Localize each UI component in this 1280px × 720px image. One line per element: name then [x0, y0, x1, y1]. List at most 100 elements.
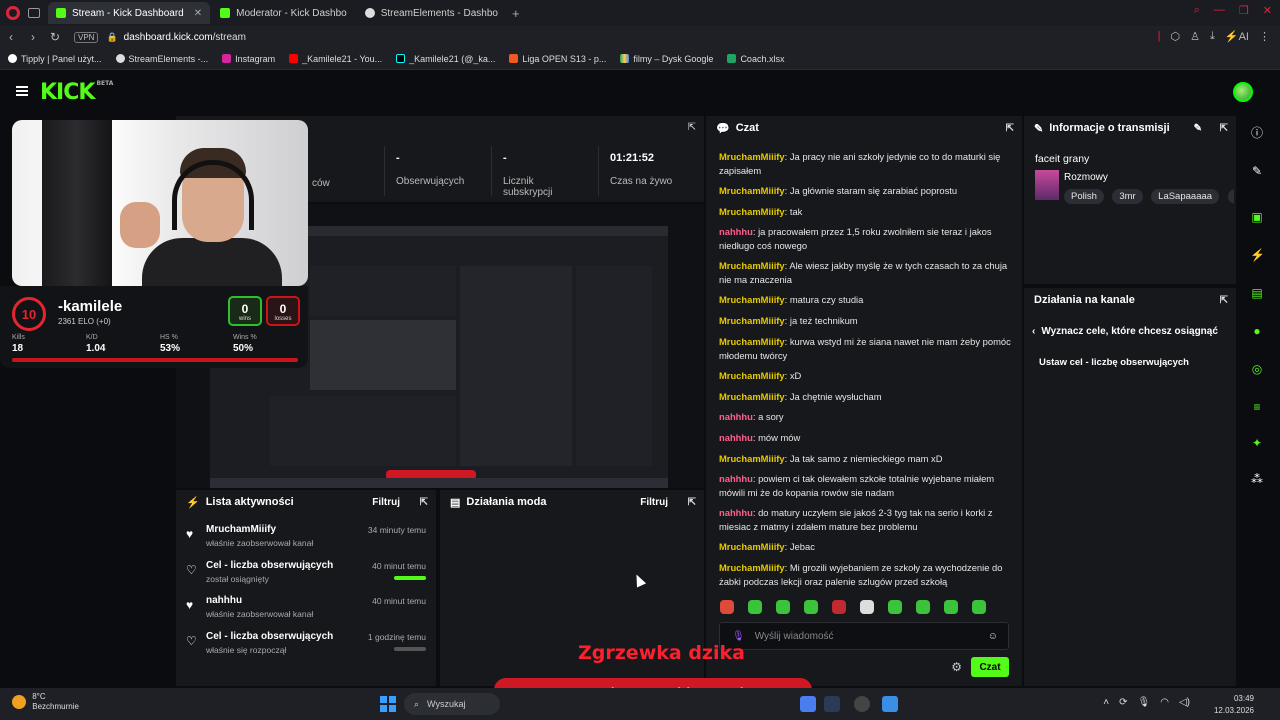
- forward-icon[interactable]: ›: [22, 30, 44, 44]
- popout-icon[interactable]: ⇱: [688, 497, 696, 508]
- chat-username[interactable]: MruchamMiiify: [719, 260, 785, 271]
- obs-icon[interactable]: [854, 696, 870, 712]
- chat-username[interactable]: MruchamMiiify: [719, 541, 785, 552]
- chat-username[interactable]: MruchamMiiify: [719, 391, 785, 402]
- send-chat-button[interactable]: Czat: [971, 657, 1009, 677]
- bookmark-tipply[interactable]: Tipply | Panel użyt...: [8, 54, 102, 64]
- bookmark-tiktok[interactable]: _Kamilele21 (@_ka...: [396, 54, 495, 64]
- popout-icon[interactable]: ⇱: [1006, 123, 1014, 134]
- info-icon[interactable]: ⓘ: [1250, 126, 1264, 140]
- tab-moderator-dashboard[interactable]: Moderator - Kick Dashbo: [212, 2, 355, 24]
- search-icon[interactable]: ⌕: [1194, 4, 1200, 17]
- emote-icon[interactable]: [776, 600, 790, 614]
- popout-icon[interactable]: ⇱: [420, 497, 428, 508]
- bookmark-streamelements[interactable]: StreamElements -...: [115, 54, 208, 64]
- chat-input[interactable]: 🎙 Wyślij wiadomość ☺: [719, 622, 1009, 650]
- pencil-icon[interactable]: ✎: [1250, 164, 1264, 178]
- network-icon[interactable]: ⟳: [1119, 697, 1127, 708]
- emote-icon[interactable]: [916, 600, 930, 614]
- goal-back-button[interactable]: ‹ Wyznacz cele, które chcesz osiągnąć: [1032, 326, 1218, 337]
- activity-item[interactable]: ♡ Cel - liczba obserwujących został osiągn…: [184, 560, 428, 590]
- chat-username[interactable]: nahhhu: [719, 226, 753, 237]
- vpn-badge[interactable]: VPN: [74, 31, 99, 43]
- menu-icon[interactable]: [16, 86, 28, 96]
- microphone-icon[interactable]: 🎙: [1138, 697, 1151, 708]
- emote-icon[interactable]: [748, 600, 762, 614]
- maximize-icon[interactable]: ❐: [1239, 4, 1249, 17]
- emote-icon[interactable]: [888, 600, 902, 614]
- chat-username[interactable]: MruchamMiiify: [719, 294, 785, 305]
- bookmark-youtube[interactable]: _Kamilele21 - You...: [289, 54, 382, 64]
- windows-start-icon[interactable]: [380, 696, 396, 712]
- taskbar-clock[interactable]: 03:49 12.03.2026: [1214, 693, 1254, 717]
- emote-icon[interactable]: [720, 600, 734, 614]
- steam-icon[interactable]: [824, 696, 840, 712]
- emote-icon[interactable]: [944, 600, 958, 614]
- volume-icon[interactable]: ◁): [1179, 697, 1190, 708]
- bookmark-coach[interactable]: Coach.xlsx: [727, 54, 784, 64]
- emote-icon[interactable]: [804, 600, 818, 614]
- chat-icon[interactable]: ●: [1250, 324, 1264, 338]
- edit-icon[interactable]: ✎: [1194, 123, 1202, 134]
- ai-icon[interactable]: ⚡AI: [1225, 30, 1249, 43]
- chat-username[interactable]: nahhhu: [719, 507, 753, 518]
- popout-icon[interactable]: ⇱: [1220, 123, 1228, 134]
- wifi-icon[interactable]: ◠: [1160, 697, 1169, 708]
- opera-taskbar-icon[interactable]: [882, 696, 898, 712]
- emote-icon[interactable]: [832, 600, 846, 614]
- app-icon[interactable]: [800, 696, 816, 712]
- activity-item[interactable]: ♡ Cel - liczba obserwujących właśnie się r…: [184, 631, 428, 661]
- tag[interactable]: ab: [1227, 189, 1234, 204]
- bookmark-google-drive[interactable]: filmy – Dysk Google: [620, 54, 713, 64]
- chat-username[interactable]: MruchamMiiify: [719, 315, 785, 326]
- wrench-icon[interactable]: ✦: [1250, 436, 1264, 450]
- lock-icon[interactable]: 🔒: [106, 32, 117, 43]
- list-icon[interactable]: ≡: [1250, 400, 1264, 414]
- chat-username[interactable]: MruchamMiiify: [719, 151, 785, 162]
- download-icon[interactable]: ⤓: [1210, 30, 1215, 43]
- extension-icon[interactable]: ⬡: [1171, 30, 1181, 43]
- back-icon[interactable]: ‹: [0, 30, 22, 44]
- tag[interactable]: LaSapaaaaa: [1151, 189, 1220, 204]
- emote-icon[interactable]: [860, 600, 874, 614]
- weather-widget[interactable]: 8°C Bezchmurnie: [12, 692, 79, 712]
- chat-username[interactable]: nahhhu: [719, 411, 753, 422]
- filter-button[interactable]: Filtruj: [640, 497, 668, 508]
- apps-icon[interactable]: ⁂: [1250, 472, 1264, 486]
- chat-username[interactable]: MruchamMiiify: [719, 370, 785, 381]
- opera-icon[interactable]: [6, 6, 20, 20]
- close-window-icon[interactable]: ✕: [1263, 4, 1272, 17]
- taskbar-search[interactable]: ⌕ Wyszukaj: [404, 693, 500, 715]
- lightning-icon[interactable]: ⚡: [1250, 248, 1265, 262]
- chat-username[interactable]: nahhhu: [719, 473, 753, 484]
- activity-item[interactable]: ♥ nahhhu właśnie zaobserwował kanał 40 minu…: [184, 595, 428, 625]
- chat-username[interactable]: nahhhu: [719, 432, 753, 443]
- gear-icon[interactable]: ⚙: [951, 660, 962, 674]
- microphone-icon[interactable]: 🎙: [732, 631, 745, 642]
- emoji-icon[interactable]: ☺: [988, 631, 998, 642]
- close-icon[interactable]: ✕: [194, 8, 202, 19]
- activity-item[interactable]: ♥ MruchamMiiify właśnie zaobserwował kanał…: [184, 524, 428, 554]
- clip-icon[interactable]: ▣: [1250, 210, 1264, 224]
- avatar[interactable]: [1233, 82, 1253, 102]
- chat-username[interactable]: MruchamMiiify: [719, 185, 785, 196]
- clipboard-icon[interactable]: ▤: [1250, 286, 1264, 300]
- chevron-up-icon[interactable]: ˄: [1103, 697, 1109, 708]
- menu-icon[interactable]: ⋮: [1259, 30, 1270, 43]
- reload-icon[interactable]: ↻: [44, 30, 66, 44]
- popout-icon[interactable]: ⇱: [1220, 295, 1228, 306]
- tag[interactable]: Polish: [1064, 189, 1104, 204]
- chat-username[interactable]: MruchamMiiify: [719, 453, 785, 464]
- chat-username[interactable]: MruchamMiiify: [719, 206, 785, 217]
- bookmark-instagram[interactable]: Instagram: [222, 54, 275, 64]
- tag[interactable]: 3mr: [1112, 189, 1143, 204]
- tab-stream-dashboard[interactable]: Stream - Kick Dashboard ✕: [48, 2, 211, 24]
- minimize-icon[interactable]: —: [1214, 4, 1225, 17]
- tab-streamelements[interactable]: StreamElements - Dashbo: [357, 2, 506, 24]
- new-tab-icon[interactable]: +: [512, 6, 520, 21]
- chat-username[interactable]: MruchamMiiify: [719, 336, 785, 347]
- broadcast-icon[interactable]: ◎: [1250, 362, 1264, 376]
- sidebar-toggle-icon[interactable]: [28, 8, 40, 18]
- kick-logo[interactable]: KICK BETA: [40, 80, 113, 105]
- popout-icon[interactable]: ⇱: [688, 122, 696, 133]
